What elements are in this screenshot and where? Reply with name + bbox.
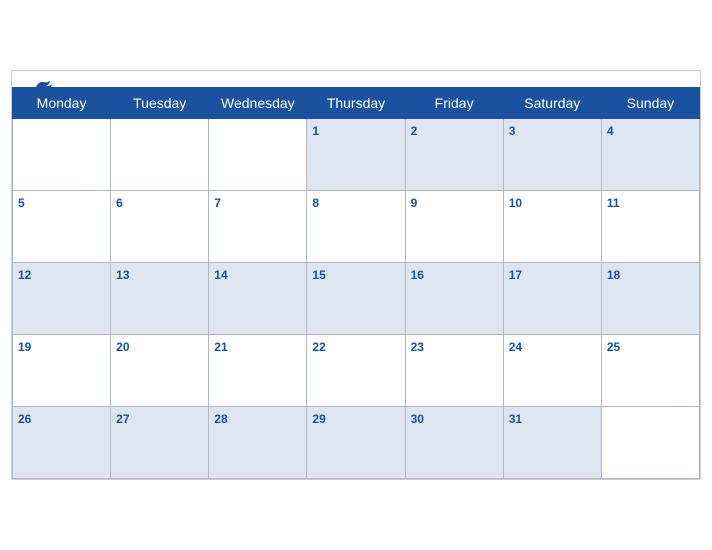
calendar-cell: 11	[601, 191, 699, 263]
day-number: 5	[18, 196, 25, 210]
day-number: 6	[116, 196, 123, 210]
calendar-cell: 18	[601, 263, 699, 335]
day-number: 12	[18, 268, 31, 282]
calendar-cell: 15	[307, 263, 405, 335]
calendar-cell	[111, 119, 209, 191]
day-number: 28	[214, 412, 227, 426]
day-number: 14	[214, 268, 227, 282]
calendar-row-4: 19 20 21 22 23 24 25	[13, 335, 700, 407]
weekday-wednesday: Wednesday	[209, 88, 307, 119]
day-number: 15	[312, 268, 325, 282]
day-number: 25	[607, 340, 620, 354]
calendar-cell: 16	[405, 263, 503, 335]
calendar-row-5: 26 27 28 29 30 31	[13, 407, 700, 479]
day-number: 22	[312, 340, 325, 354]
weekday-saturday: Saturday	[503, 88, 601, 119]
day-number: 24	[509, 340, 522, 354]
calendar-header	[12, 71, 700, 87]
calendar-cell	[209, 119, 307, 191]
day-number: 3	[509, 124, 516, 138]
day-number: 7	[214, 196, 221, 210]
day-number: 2	[411, 124, 418, 138]
calendar-cell: 4	[601, 119, 699, 191]
calendar-cell: 24	[503, 335, 601, 407]
calendar-cell	[601, 407, 699, 479]
calendar-cell: 9	[405, 191, 503, 263]
calendar-cell: 21	[209, 335, 307, 407]
day-number: 4	[607, 124, 614, 138]
calendar-cell: 12	[13, 263, 111, 335]
day-number: 18	[607, 268, 620, 282]
calendar-cell: 2	[405, 119, 503, 191]
calendar-row-2: 5 6 7 8 9 10 11	[13, 191, 700, 263]
day-number: 29	[312, 412, 325, 426]
calendar-cell: 5	[13, 191, 111, 263]
day-number: 16	[411, 268, 424, 282]
calendar-cell: 26	[13, 407, 111, 479]
calendar-cell: 30	[405, 407, 503, 479]
day-number: 26	[18, 412, 31, 426]
calendar-cell: 13	[111, 263, 209, 335]
calendar-cell: 28	[209, 407, 307, 479]
calendar-cell: 17	[503, 263, 601, 335]
calendar-cell: 20	[111, 335, 209, 407]
weekday-sunday: Sunday	[601, 88, 699, 119]
logo-blue-text	[32, 79, 54, 95]
calendar-cell: 3	[503, 119, 601, 191]
calendar-row-1: 1 2 3 4	[13, 119, 700, 191]
calendar-cell: 22	[307, 335, 405, 407]
day-number: 11	[607, 196, 620, 210]
day-number: 13	[116, 268, 129, 282]
day-number: 8	[312, 196, 319, 210]
calendar-row-3: 12 13 14 15 16 17 18	[13, 263, 700, 335]
calendar-cell: 14	[209, 263, 307, 335]
weekday-friday: Friday	[405, 88, 503, 119]
day-number: 19	[18, 340, 31, 354]
calendar-table: MondayTuesdayWednesdayThursdayFridaySatu…	[12, 87, 700, 479]
calendar-cell: 6	[111, 191, 209, 263]
calendar-cell: 29	[307, 407, 405, 479]
calendar-cell: 27	[111, 407, 209, 479]
weekday-monday: Monday	[13, 88, 111, 119]
calendar-cell	[13, 119, 111, 191]
calendar-cell: 31	[503, 407, 601, 479]
calendar-cell: 25	[601, 335, 699, 407]
day-number: 9	[411, 196, 418, 210]
day-number: 23	[411, 340, 424, 354]
day-number: 20	[116, 340, 129, 354]
weekday-tuesday: Tuesday	[111, 88, 209, 119]
logo-bird-icon	[34, 79, 54, 95]
day-number: 31	[509, 412, 522, 426]
day-number: 17	[509, 268, 522, 282]
calendar-cell: 1	[307, 119, 405, 191]
day-number: 10	[509, 196, 522, 210]
calendar-cell: 19	[13, 335, 111, 407]
calendar: MondayTuesdayWednesdayThursdayFridaySatu…	[11, 70, 701, 480]
logo	[32, 79, 54, 95]
weekday-thursday: Thursday	[307, 88, 405, 119]
day-number: 21	[214, 340, 227, 354]
calendar-cell: 23	[405, 335, 503, 407]
calendar-cell: 10	[503, 191, 601, 263]
weekday-header-row: MondayTuesdayWednesdayThursdayFridaySatu…	[13, 88, 700, 119]
day-number: 1	[312, 124, 319, 138]
day-number: 27	[116, 412, 129, 426]
calendar-cell: 7	[209, 191, 307, 263]
calendar-cell: 8	[307, 191, 405, 263]
day-number: 30	[411, 412, 424, 426]
